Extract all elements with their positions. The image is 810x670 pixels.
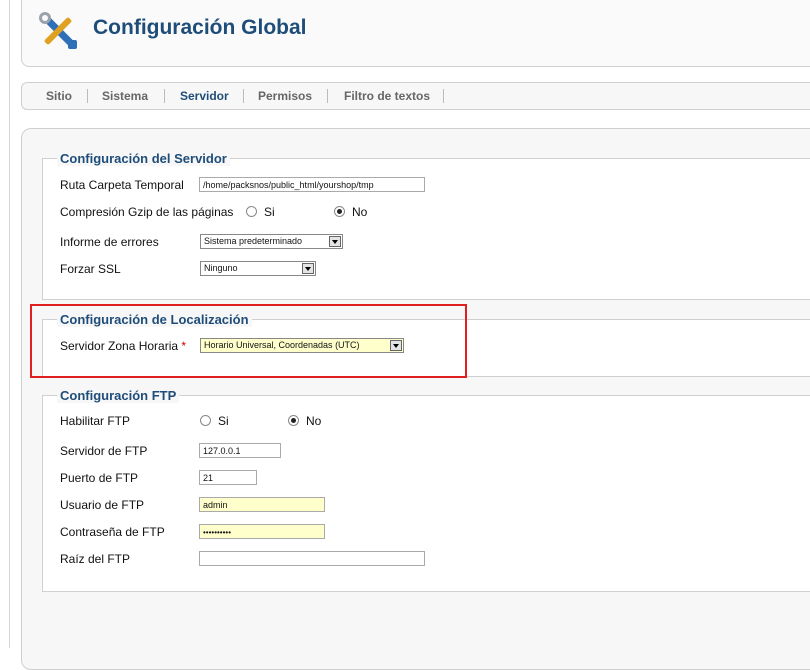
gzip-no-radio[interactable]: [334, 206, 345, 217]
tab-servidor[interactable]: Servidor: [180, 89, 229, 103]
tab-divider: [87, 89, 88, 103]
error-reporting-select[interactable]: Sistema predeterminado: [200, 234, 343, 249]
page-title: Configuración Global: [93, 16, 307, 39]
tab-filtro-de-textos[interactable]: Filtro de textos: [344, 89, 430, 103]
ftp-password-input[interactable]: ••••••••••: [199, 524, 325, 539]
tab-divider: [243, 89, 244, 103]
tab-permisos[interactable]: Permisos: [258, 89, 312, 103]
left-border-line: [9, 0, 10, 648]
tab-sitio[interactable]: Sitio: [46, 89, 72, 103]
ftp-enable-yes-label: Si: [218, 414, 229, 428]
force-ssl-select[interactable]: Ninguno: [200, 261, 316, 276]
ftp-root-input[interactable]: [199, 551, 425, 566]
ftp-enable-no-radio[interactable]: [288, 415, 299, 426]
force-ssl-label: Forzar SSL: [60, 262, 121, 276]
tools-icon: [37, 10, 79, 52]
ftp-fieldset: [42, 395, 810, 592]
tmp-path-label: Ruta Carpeta Temporal: [60, 178, 184, 192]
chevron-down-icon: [302, 263, 314, 274]
tab-sistema[interactable]: Sistema: [102, 89, 148, 103]
tab-divider: [164, 89, 165, 103]
ftp-user-input[interactable]: admin: [199, 497, 325, 512]
highlight-box: [30, 304, 467, 378]
gzip-yes-label: Si: [264, 205, 275, 219]
ftp-enable-no-label: No: [306, 414, 322, 428]
tab-divider: [327, 89, 328, 103]
tab-divider: [443, 89, 444, 103]
ftp-legend: Configuración FTP: [57, 388, 180, 403]
ftp-root-label: Raíz del FTP: [60, 552, 131, 566]
ftp-enable-label: Habilitar FTP: [60, 414, 131, 428]
ftp-host-input[interactable]: 127.0.0.1: [199, 443, 281, 458]
chevron-down-icon: [329, 236, 341, 247]
ftp-password-label: Contraseña de FTP: [60, 525, 165, 539]
gzip-label: Compresión Gzip de las páginas: [60, 205, 234, 219]
ftp-user-label: Usuario de FTP: [60, 498, 145, 512]
ftp-port-input[interactable]: 21: [199, 470, 257, 485]
page-header: Configuración Global: [21, 0, 810, 67]
gzip-yes-radio[interactable]: [246, 206, 257, 217]
force-ssl-value: Ninguno: [204, 263, 238, 273]
tmp-path-input[interactable]: /home/packsnos/public_html/yourshop/tmp: [199, 177, 425, 192]
error-reporting-label: Informe de errores: [60, 235, 159, 249]
ftp-host-label: Servidor de FTP: [60, 444, 148, 458]
server-legend: Configuración del Servidor: [57, 151, 230, 166]
gzip-no-label: No: [352, 205, 368, 219]
error-reporting-value: Sistema predeterminado: [204, 236, 303, 246]
ftp-port-label: Puerto de FTP: [60, 471, 139, 485]
ftp-enable-yes-radio[interactable]: [200, 415, 211, 426]
tab-bar: Sitio Sistema Servidor Permisos Filtro d…: [21, 82, 810, 110]
